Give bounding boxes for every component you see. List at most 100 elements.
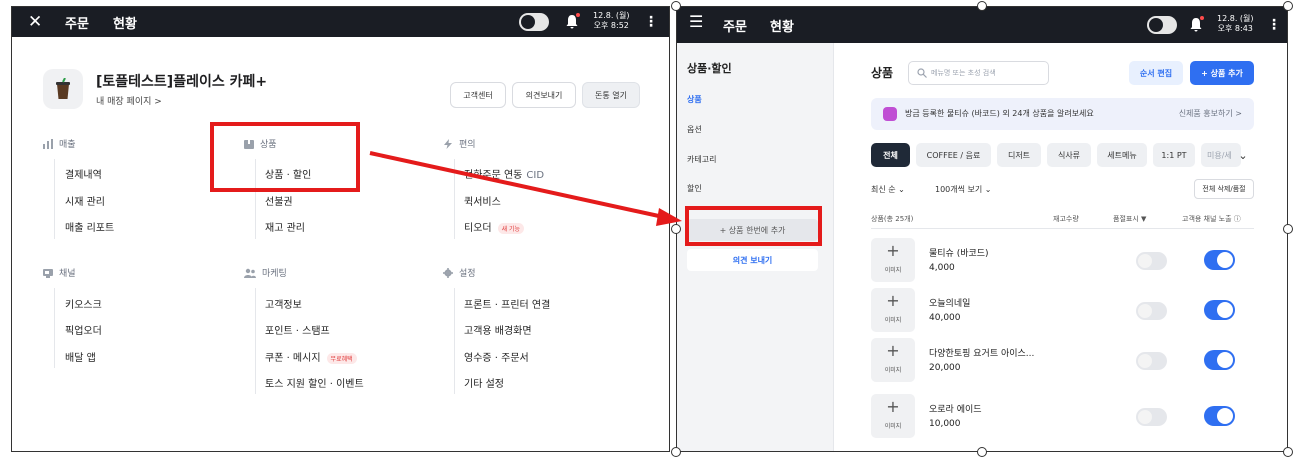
coffee-cup-icon [56,78,70,99]
image-placeholder[interactable]: + 이미지 [871,338,915,382]
lightning-icon [444,138,452,149]
menu-toss-discount-event[interactable]: 토스 지원 할인 · 이벤트 [265,375,364,390]
my-store-page-link[interactable]: 내 매장 페이지 > [96,94,162,107]
soldout-toggle[interactable] [1136,352,1167,370]
resize-handle[interactable] [671,224,681,234]
tab-order[interactable]: 주문 [65,13,89,32]
menu-other-settings[interactable]: 기타 설정 [464,375,504,390]
category-settings: 설정 [443,266,476,279]
sidebar-item-products[interactable]: 상품 [687,94,702,105]
menu-phone-order-label: 전화주문 연동 [464,170,523,181]
notification-dot [576,13,580,17]
menu-sales-report[interactable]: 매출 리포트 [65,219,114,234]
bell-icon[interactable] [1190,16,1204,32]
right-screen: ☰ 주문 현황 12.8. (월) 오후 8:43 ⋮ 상품·할인 상품 옵션 … [676,6,1288,452]
menu-delivery-app[interactable]: 배달 앱 [65,349,96,364]
send-feedback-button[interactable]: 의견 보내기 [687,249,818,271]
table-row[interactable]: + 이미지 물티슈 (바코드) 4,000 [871,238,1254,284]
image-label: 이미지 [884,317,902,324]
close-icon[interactable]: ✕ [28,12,42,32]
search-input[interactable]: 메뉴명 또는 초성 검색 [908,61,1049,85]
resize-handle[interactable] [671,447,681,457]
free-benefit-badge: 무료혜택 [326,352,357,364]
table-row[interactable]: + 이미지 다양한토핑 요거트 아이스... 20,000 [871,338,1254,384]
bar-chart-icon [43,138,53,149]
image-placeholder[interactable]: + 이미지 [871,288,915,332]
divider [54,288,55,368]
soldout-toggle[interactable] [1136,302,1167,320]
menu-quick-service[interactable]: 퀵서비스 [464,193,501,208]
menu-prepaid[interactable]: 선불권 [265,193,293,208]
menu-receipt[interactable]: 영수증 · 주문서 [464,349,529,364]
hamburger-menu-icon[interactable]: ☰ [689,12,703,32]
tab-status[interactable]: 현황 [770,16,794,35]
add-product-button[interactable]: + 상품 추가 [1190,61,1254,85]
sort-dropdown[interactable]: 최신 순 ⌄ [871,184,905,195]
menu-torder[interactable]: 티오더 새 기능 [464,219,525,234]
chip-all[interactable]: 전체 [871,143,910,167]
theme-toggle[interactable] [519,13,549,31]
menu-torder-label: 티오더 [464,223,492,234]
chevron-down-icon[interactable]: ⌄ [1233,146,1253,164]
header-soldout[interactable]: 품절표시 ▼ [1113,214,1146,224]
new-feature-badge: 새 기능 [497,222,525,234]
sidebar-item-categories[interactable]: 카테고리 [687,154,716,165]
sidebar-item-discounts[interactable]: 할인 [687,183,702,194]
table-row[interactable]: + 이미지 오로라 에이드 10,000 [871,394,1254,440]
feedback-button[interactable]: 의견보내기 [512,82,576,108]
info-icon[interactable]: ⓘ [1234,215,1241,223]
menu-inventory[interactable]: 재고 관리 [265,219,305,234]
page-size-dropdown[interactable]: 100개씩 보기 ⌄ [935,184,992,195]
resize-handle[interactable] [1283,447,1293,457]
sidebar-item-options[interactable]: 옵션 [687,124,702,135]
resize-handle[interactable] [1283,224,1293,234]
chip-set-menu[interactable]: 세트메뉴 [1097,143,1147,167]
support-button[interactable]: 고객센터 [450,82,506,108]
chip-coffee[interactable]: COFFEE / 음료 [916,143,991,167]
menu-customer-wallpaper[interactable]: 고객용 배경화면 [464,322,532,337]
order-edit-button[interactable]: 순서 편집 [1129,61,1183,85]
bulk-delete-button[interactable]: 전체 삭제/품절 [1194,179,1254,199]
chip-meal[interactable]: 식사류 [1047,143,1091,167]
clock: 12.8. (월) 오후 8:43 [1217,14,1254,34]
chip-pt[interactable]: 1:1 PT [1153,143,1195,167]
menu-coupons-messages[interactable]: 쿠폰 · 메시지 무료혜택 [265,349,357,364]
open-drawer-button[interactable]: 돈통 열기 [582,82,640,108]
filter-icon[interactable]: ▼ [1141,215,1146,223]
promo-banner[interactable]: 방금 등록한 물티슈 (바코드) 외 24개 상품을 알려보세요 신제품 홍보하… [871,98,1254,130]
channel-toggle[interactable] [1204,300,1235,320]
more-icon[interactable]: ⋮ [644,15,658,29]
menu-pickup-order[interactable]: 픽업오더 [65,322,102,337]
channel-toggle[interactable] [1204,250,1235,270]
top-bar: ☰ 주문 현황 12.8. (월) 오후 8:43 ⋮ [677,7,1287,43]
menu-cash-management[interactable]: 시재 관리 [65,193,105,208]
menu-phone-order[interactable]: 전화주문 연동 CID [464,166,544,181]
image-placeholder[interactable]: + 이미지 [871,238,915,282]
soldout-toggle[interactable] [1136,252,1167,270]
soldout-toggle[interactable] [1136,408,1167,426]
resize-handle[interactable] [1283,1,1293,11]
category-marketing: 마케팅 [244,266,287,279]
menu-kiosk[interactable]: 키오스크 [65,296,102,311]
store-logo [43,69,83,109]
menu-front-printer[interactable]: 프론트 · 프린터 연결 [464,296,550,311]
more-icon[interactable]: ⋮ [1267,18,1281,32]
tab-order[interactable]: 주문 [723,16,747,35]
promo-link[interactable]: 신제품 홍보하기 > [1179,108,1242,119]
resize-handle[interactable] [977,447,987,457]
menu-customer-info[interactable]: 고객정보 [265,296,302,311]
channel-toggle[interactable] [1204,406,1235,426]
menu-payment-history[interactable]: 결제내역 [65,166,102,181]
channel-toggle[interactable] [1204,350,1235,370]
image-placeholder[interactable]: + 이미지 [871,394,915,438]
bell-icon[interactable] [566,13,580,29]
resize-handle[interactable] [671,1,681,11]
table-row[interactable]: + 이미지 오늘의네일 40,000 [871,288,1254,334]
plus-icon: + [886,241,900,260]
menu-points-stamps[interactable]: 포인트 · 스탬프 [265,322,330,337]
theme-toggle[interactable] [1147,16,1177,34]
chip-dessert[interactable]: 디저트 [997,143,1041,167]
resize-handle[interactable] [977,1,987,11]
tab-status[interactable]: 현황 [113,13,137,32]
divider [54,159,55,239]
